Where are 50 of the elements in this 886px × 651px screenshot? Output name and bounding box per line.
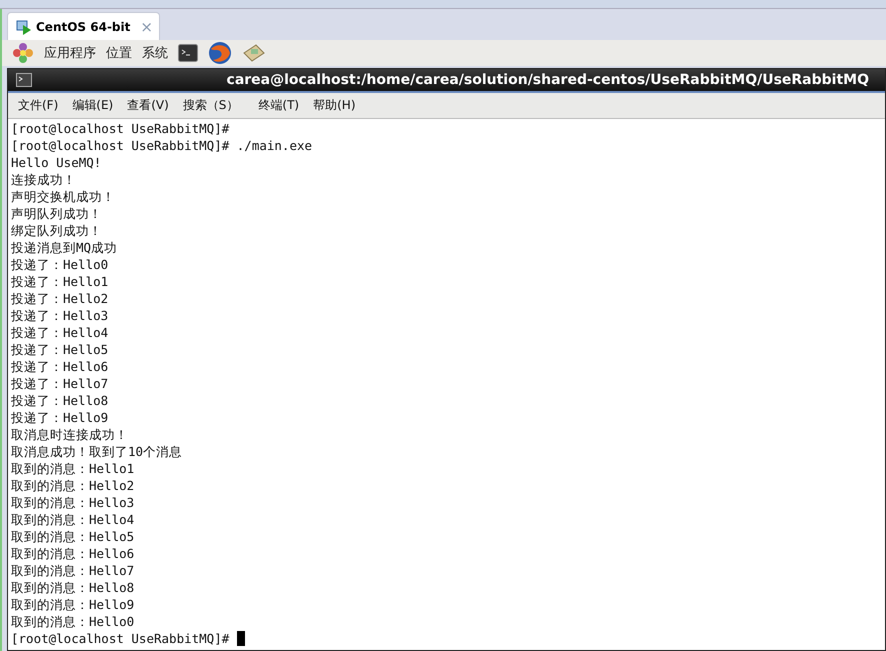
terminal-line: 投递了：Hello4 xyxy=(11,324,108,341)
terminal-line: 投递了：Hello7 xyxy=(11,375,108,392)
terminal-line: 投递了：Hello1 xyxy=(11,273,108,290)
terminal-line: 取到的消息：Hello2 xyxy=(11,477,134,494)
terminal-icon[interactable] xyxy=(178,44,198,62)
terminal-line: 取到的消息：Hello7 xyxy=(11,562,134,579)
terminal-line: 声明队列成功！ xyxy=(11,205,102,222)
terminal-line: [root@localhost UseRabbitMQ]# xyxy=(11,630,230,647)
terminal-line: 投递了：Hello0 xyxy=(11,256,108,273)
terminal-line: 取到的消息：Hello5 xyxy=(11,528,134,545)
vm-tab[interactable]: CentOS 64-bit × xyxy=(7,12,160,40)
terminal-line: 取到的消息：Hello3 xyxy=(11,494,134,511)
vm-play-icon xyxy=(16,18,32,34)
panel-menu-item[interactable]: 位置 xyxy=(106,44,132,62)
menu-item[interactable]: 编辑(E) xyxy=(72,97,114,114)
terminal-line: 投递了：Hello8 xyxy=(11,392,108,409)
terminal-line: Hello UseMQ! xyxy=(11,154,102,171)
terminal-line: 取到的消息：Hello4 xyxy=(11,511,134,528)
terminal-line: 投递了：Hello2 xyxy=(11,290,108,307)
terminal-line: 投递了：Hello6 xyxy=(11,358,108,375)
terminal-line: 投递消息到MQ成功 xyxy=(11,239,118,256)
terminal-line: 投递了：Hello9 xyxy=(11,409,108,426)
terminal-line: 声明交换机成功！ xyxy=(11,188,115,205)
globe-icon[interactable] xyxy=(208,41,232,65)
terminal-line: 取到的消息：Hello8 xyxy=(11,579,134,596)
terminal-line: 取到的消息：Hello6 xyxy=(11,545,134,562)
menu-item[interactable]: 终端(T) xyxy=(258,97,300,114)
menu-item[interactable]: 文件(F) xyxy=(18,97,58,114)
terminal-line: 取到的消息：Hello9 xyxy=(11,596,134,613)
terminal-line: [root@localhost UseRabbitMQ]# ./main.exe xyxy=(11,137,312,154)
menu-item[interactable]: 搜索（S） xyxy=(182,97,238,114)
terminal-line: [root@localhost UseRabbitMQ]# xyxy=(11,120,230,137)
terminal-line: 取到的消息：Hello0 xyxy=(11,613,134,630)
envelope-icon[interactable] xyxy=(242,43,266,63)
menu-item[interactable]: 查看(V) xyxy=(127,97,169,114)
panel-menu-item[interactable]: 系统 xyxy=(142,44,168,62)
terminal-line: 投递了：Hello3 xyxy=(11,307,108,324)
terminal-line: 投递了：Hello5 xyxy=(11,341,108,358)
terminal-line: 取消息时连接成功！ xyxy=(11,426,128,443)
terminal-line: 连接成功！ xyxy=(11,171,76,188)
panel-menu-item[interactable]: 应用程序 xyxy=(44,44,96,62)
window-title: carea@localhost:/home/carea/solution/shared-centos/UseRabbitMQ/UseRabbitMQ xyxy=(226,72,870,88)
tab-label: CentOS 64-bit xyxy=(36,20,130,34)
text-cursor xyxy=(237,631,246,646)
terminal-line: 取消息成功！取到了10个消息 xyxy=(11,443,182,460)
terminal-line: 取到的消息：Hello1 xyxy=(11,460,134,477)
terminal-line: 绑定队列成功！ xyxy=(11,222,102,239)
flower-logo-icon[interactable] xyxy=(12,42,34,64)
menu-item[interactable]: 帮助(H) xyxy=(313,97,356,114)
terminal-icon xyxy=(16,73,32,87)
